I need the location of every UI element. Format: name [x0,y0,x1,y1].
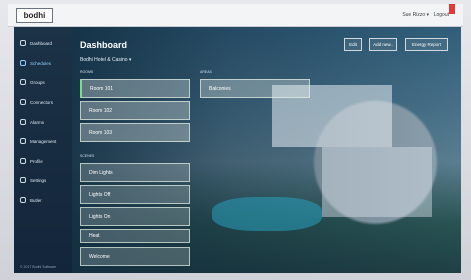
bodhi-logo[interactable]: bodhi [16,8,53,23]
top-bar: bodhi Sue Rizzo ▾ Logout [8,4,463,27]
sidebar-item-label: Profile [30,158,43,164]
area-tile-balconies[interactable]: Balconies [200,79,310,98]
page-title: Dashboard [80,40,128,50]
gear-icon [20,177,26,183]
scenes-section-label: SCENES [80,154,95,158]
hotel-tower-image [322,147,432,217]
butler-icon [20,197,26,203]
sidebar-item-label: Schedules [30,60,52,66]
user-icon [20,158,26,164]
property-selector[interactable]: Bodhi Hotel & Casino ▾ [80,57,131,63]
sidebar-item-schedules[interactable]: Schedules [20,57,70,69]
pool-image [212,197,322,231]
sidebar-footer: © 2017 Bodhi Software [20,265,57,269]
energy-report-button[interactable]: Energy Report [405,38,448,51]
rooms-section-label: ROOMS [80,70,94,74]
user-menu[interactable]: Sue Rizzo ▾ [402,12,429,18]
edit-button[interactable]: Edit [344,38,362,51]
room-tile-101[interactable]: Room 101 [80,79,190,98]
dashboard-icon [20,40,26,46]
sidebar-item-groups[interactable]: Groups [20,76,70,88]
sidebar: Dashboard Schedules Groups Connectors Al… [14,27,72,273]
sidebar-item-settings[interactable]: Settings [20,174,70,186]
sidebar-item-label: Management [30,138,57,144]
sidebar-item-label: Alarms [30,119,45,125]
flag-icon [449,4,455,14]
sidebar-item-label: Dashboard [30,40,53,46]
room-tile-103[interactable]: Room 103 [80,123,190,142]
calendar-icon [20,60,26,66]
sidebar-item-profile[interactable]: Profile [20,155,70,167]
logout-link[interactable]: Logout [434,12,449,18]
sidebar-item-alarms[interactable]: Alarms [20,116,70,128]
scene-tile-lights-on[interactable]: Lights On [80,207,190,226]
app-window: bodhi Sue Rizzo ▾ Logout Dashboard Sched… [0,0,471,280]
scene-tile-welcome[interactable]: Welcome [80,247,190,266]
add-new-button[interactable]: Add new.. [369,38,397,51]
sidebar-item-label: Settings [30,177,47,183]
groups-icon [20,79,26,85]
management-icon [20,138,26,144]
heat-tile[interactable]: Heat [80,229,190,243]
sidebar-item-connectors[interactable]: Connectors [20,96,70,108]
sidebar-item-label: Groups [30,79,45,85]
room-tile-102[interactable]: Room 102 [80,101,190,120]
dashboard-main: Dashboard Bodhi Hotel & Casino ▾ Edit Ad… [72,27,461,273]
sidebar-item-label: Connectors [30,99,54,105]
bell-icon [20,119,26,125]
sidebar-item-dashboard[interactable]: Dashboard [20,37,70,49]
sidebar-item-butler[interactable]: Butler [20,194,70,206]
areas-section-label: AREAS [200,70,212,74]
sidebar-item-label: Butler [30,197,42,203]
sidebar-item-management[interactable]: Management [20,135,70,147]
scene-tile-lights-off[interactable]: Lights Off [80,185,190,204]
scene-tile-dim-lights[interactable]: Dim Lights [80,163,190,182]
plug-icon [20,99,26,105]
